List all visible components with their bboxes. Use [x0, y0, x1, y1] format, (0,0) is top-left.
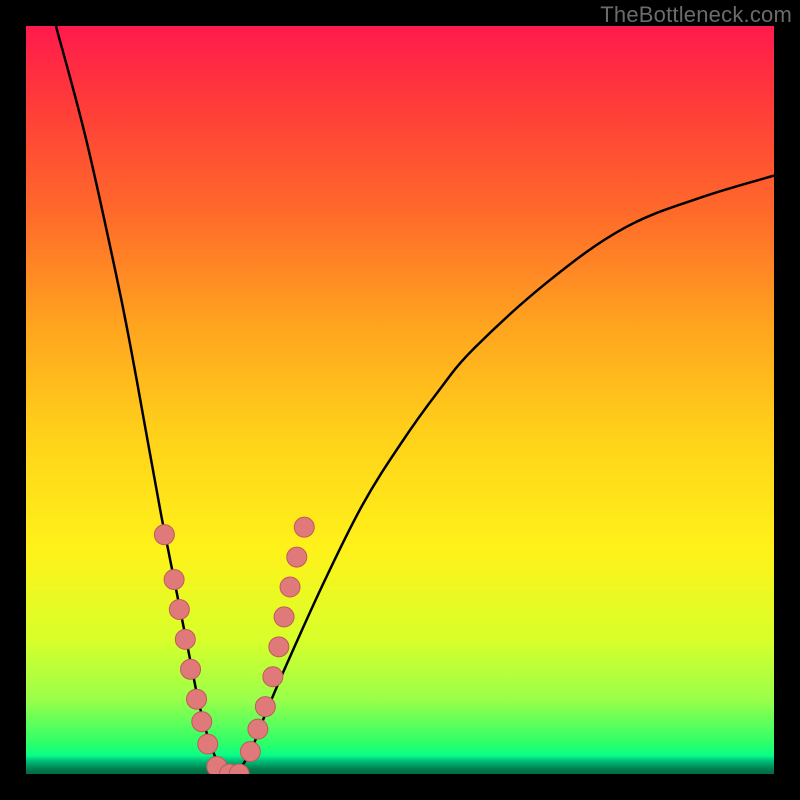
highlight-dot: [280, 577, 300, 597]
highlight-dot: [192, 712, 212, 732]
highlight-dot: [248, 719, 268, 739]
bottleneck-curve: [56, 26, 774, 774]
highlight-dots: [154, 517, 314, 774]
highlight-dot: [274, 607, 294, 627]
highlight-dot: [255, 697, 275, 717]
chart-canvas: TheBottleneck.com: [0, 0, 800, 800]
highlight-dot: [169, 599, 189, 619]
highlight-dot: [154, 525, 174, 545]
highlight-dot: [198, 734, 218, 754]
watermark-text: TheBottleneck.com: [600, 2, 792, 28]
highlight-dot: [187, 689, 207, 709]
highlight-dot: [263, 667, 283, 687]
highlight-dot: [294, 517, 314, 537]
highlight-dot: [240, 742, 260, 762]
curve-svg: [26, 26, 774, 774]
highlight-dot: [175, 629, 195, 649]
highlight-dot: [164, 570, 184, 590]
highlight-dot: [287, 547, 307, 567]
highlight-dot: [269, 637, 289, 657]
highlight-dot: [181, 659, 201, 679]
plot-area: [26, 26, 774, 774]
